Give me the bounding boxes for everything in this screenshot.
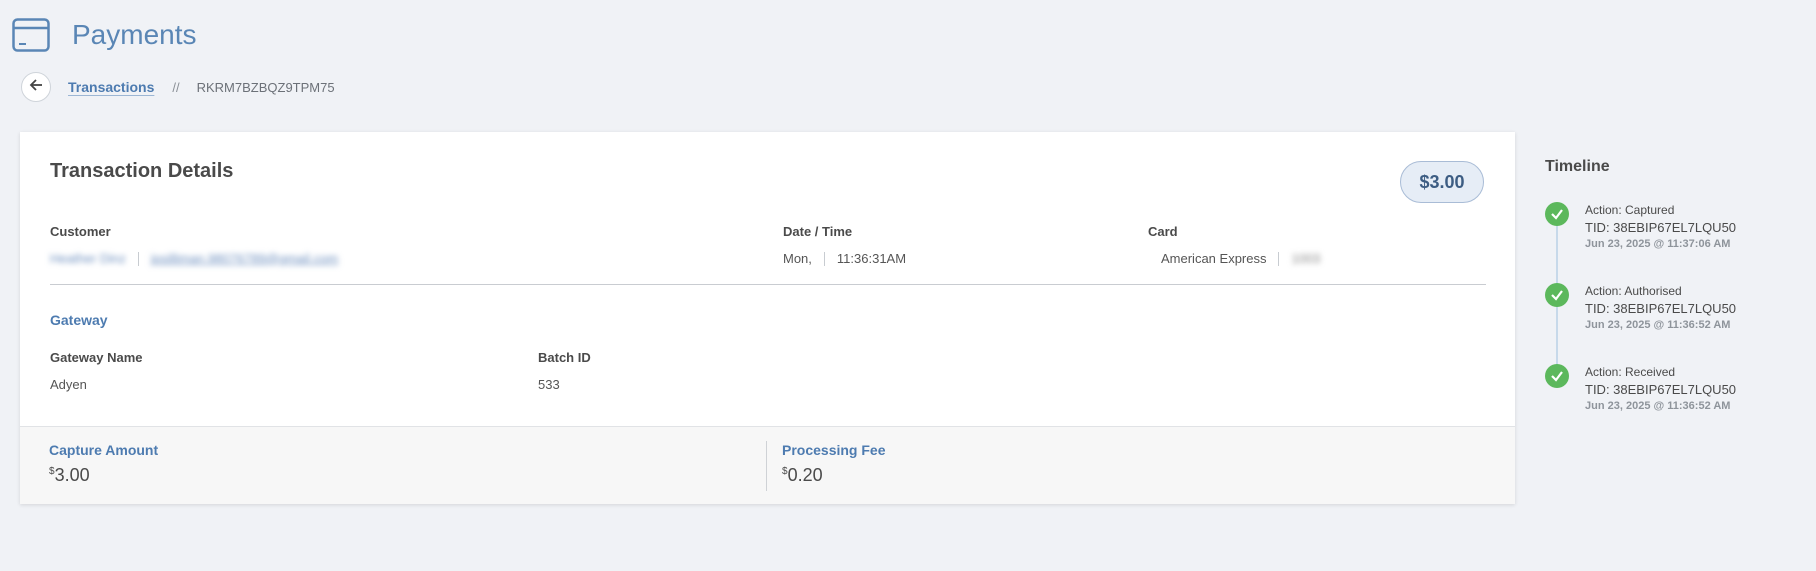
check-icon: [1545, 283, 1569, 307]
breadcrumb-transactions-link[interactable]: Transactions: [68, 79, 154, 95]
transaction-details-card: Transaction Details $3.00 Customer Heath…: [20, 132, 1515, 504]
check-icon: [1545, 202, 1569, 226]
gateway-name-value: Adyen: [50, 377, 87, 392]
customer-value: Heather Dinz jpsilliman.98076789@gmail.c…: [50, 251, 338, 266]
timeline-item: Action: Authorised TID: 38EBIP67EL7LQU50…: [1545, 283, 1736, 334]
timeline-title: Timeline: [1545, 158, 1610, 175]
processing-fee-value: $0.20: [782, 465, 823, 486]
card-value: American Express 1003: [1161, 251, 1320, 266]
timeline-panel: Timeline Action: Captured TID: 38EBIP67E…: [1545, 158, 1795, 412]
divider: [1278, 251, 1280, 266]
timeline-tid: TID: 38EBIP67EL7LQU50: [1585, 301, 1737, 316]
timeline-action: Action: Received: [1585, 365, 1676, 379]
card-title: Transaction Details: [50, 160, 234, 182]
breadcrumb: Transactions // RKRM7BZBQZ9TPM75: [21, 72, 335, 102]
processing-fee-label: Processing Fee: [782, 442, 886, 458]
card-brand: American Express: [1161, 251, 1267, 266]
arrow-left-icon: [29, 78, 43, 97]
customer-label: Customer: [50, 224, 111, 239]
capture-amount-value: $3.00: [49, 465, 90, 486]
check-icon: [1545, 364, 1569, 388]
credit-card-icon: [12, 18, 50, 52]
capture-amount-label: Capture Amount: [49, 442, 159, 458]
batch-id-value: 533: [538, 377, 560, 392]
breadcrumb-separator: //: [172, 79, 180, 95]
card-label: Card: [1148, 224, 1178, 239]
gateway-section-title: Gateway: [50, 312, 108, 328]
divider: [137, 251, 139, 266]
page-title: Payments: [72, 19, 197, 50]
timeline-tid: TID: 38EBIP67EL7LQU50: [1585, 382, 1737, 397]
timeline-item: Action: Captured TID: 38EBIP67EL7LQU50 J…: [1545, 202, 1736, 253]
timeline-date: Jun 23, 2025 @ 11:36:52 AM: [1585, 400, 1731, 412]
capture-amount-number: 3.00: [54, 465, 90, 485]
breadcrumb-current: RKRM7BZBQZ9TPM75: [196, 79, 335, 95]
amounts-footer: Capture Amount $3.00 Processing Fee $0.2…: [20, 426, 1515, 504]
customer-email-link[interactable]: jpsilliman.98076789@gmail.com: [151, 251, 338, 266]
timeline-tid: TID: 38EBIP67EL7LQU50: [1585, 220, 1737, 235]
currency-symbol: $: [782, 466, 788, 477]
timeline-action: Action: Captured: [1585, 203, 1675, 217]
footer-divider: [766, 441, 767, 491]
card-last4: 1003: [1291, 251, 1321, 266]
timeline-date: Jun 23, 2025 @ 11:37:06 AM: [1585, 238, 1731, 250]
amount-badge: $3.00: [1400, 161, 1484, 203]
datetime-value: Mon, 11:36:31AM: [783, 251, 906, 266]
datetime-label: Date / Time: [783, 224, 853, 239]
datetime-time: 11:36:31AM: [836, 251, 907, 266]
timeline-date: Jun 23, 2025 @ 11:36:52 AM: [1585, 319, 1731, 331]
customer-name: Heather Dinz: [50, 251, 126, 266]
back-button[interactable]: [21, 72, 51, 102]
gateway-name-label: Gateway Name: [50, 350, 143, 365]
divider: [823, 251, 825, 266]
timeline-item: Action: Received TID: 38EBIP67EL7LQU50 J…: [1545, 364, 1736, 415]
section-divider: [50, 284, 1486, 285]
currency-symbol: $: [49, 466, 55, 477]
processing-fee-number: 0.20: [787, 465, 823, 485]
batch-id-label: Batch ID: [538, 350, 591, 365]
timeline-action: Action: Authorised: [1585, 284, 1682, 298]
datetime-day: Mon,: [783, 251, 812, 266]
page-header: Payments: [12, 18, 197, 52]
